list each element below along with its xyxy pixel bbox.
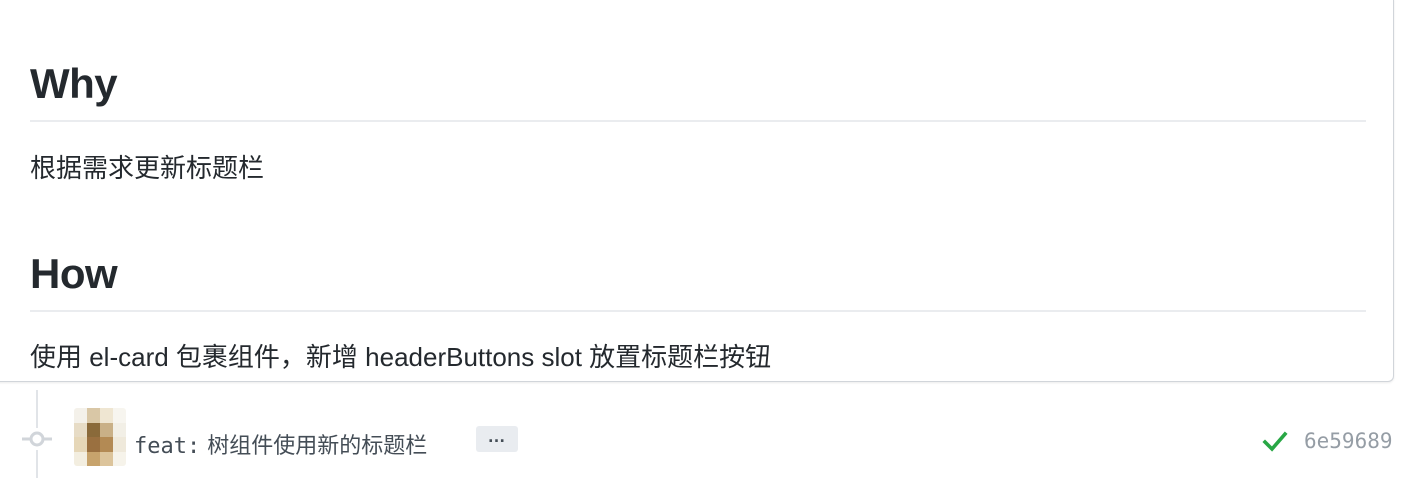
- commit-message-prefix: feat:: [134, 434, 201, 459]
- ellipsis-icon: …: [487, 426, 507, 446]
- section-body-how: 使用 el-card 包裹组件，新增 headerButtons slot 放置…: [30, 342, 772, 372]
- check-icon[interactable]: [1262, 428, 1288, 454]
- comment-body: [0, 0, 1394, 382]
- expand-commit-button[interactable]: …: [476, 426, 518, 452]
- section-heading-why: Why: [30, 62, 1366, 122]
- commit-message-link[interactable]: feat: 树组件使用新的标题栏: [134, 428, 427, 460]
- commit-row: feat: 树组件使用新的标题栏 … 6e59689: [0, 408, 1402, 468]
- commit-message-text: 树组件使用新的标题栏: [200, 434, 428, 459]
- commit-sha-link[interactable]: 6e59689: [1304, 429, 1393, 453]
- section-heading-how: How: [30, 252, 1366, 312]
- section-body-why: 根据需求更新标题栏: [30, 153, 265, 183]
- avatar[interactable]: [74, 408, 126, 466]
